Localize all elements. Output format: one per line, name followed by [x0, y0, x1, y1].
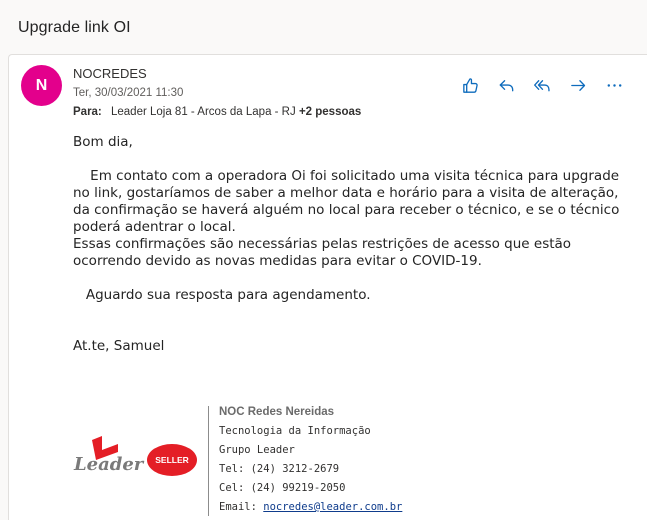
seller-logo: SELLER	[147, 444, 197, 476]
signature-block: NOC Redes Nereidas Tecnologia da Informa…	[219, 403, 402, 517]
signature-department: Tecnologia da Informação	[219, 425, 371, 437]
reply-all-button[interactable]	[524, 74, 560, 96]
forward-button[interactable]	[560, 74, 596, 96]
signature-company: Grupo Leader	[219, 444, 295, 456]
email-subject: Upgrade link OI	[18, 19, 131, 36]
recipient-name[interactable]: Leader Loja 81 - Arcos da Lapa - RJ	[111, 106, 296, 118]
thumbs-up-icon	[462, 77, 478, 93]
signature-logos: Leader SELLER	[74, 436, 204, 480]
signature-name: NOC Redes Nereidas	[219, 406, 335, 418]
message-actions	[452, 74, 632, 96]
email-label: Email:	[219, 501, 264, 513]
signature-phone: Tel: (24) 3212-2679	[219, 463, 340, 475]
more-icon	[607, 83, 621, 87]
more-recipients-link[interactable]: +2 pessoas	[299, 106, 361, 118]
more-actions-button[interactable]	[596, 74, 632, 96]
message-body: Bom dia, Em contato com a operadora Oi f…	[73, 134, 620, 354]
signature-email-line: Email: nocredes@leader.com.br	[219, 498, 402, 517]
leader-logo-text: Leader	[74, 454, 144, 475]
reply-button[interactable]	[488, 74, 524, 96]
recipients-line: Para: Leader Loja 81 - Arcos da Lapa - R…	[73, 106, 361, 118]
to-label: Para:	[73, 106, 102, 118]
forward-icon	[570, 79, 585, 91]
signature-divider	[208, 406, 209, 516]
avatar[interactable]: N	[21, 65, 62, 106]
reply-all-icon	[533, 79, 550, 91]
signature-email-link[interactable]: nocredes@leader.com.br	[263, 501, 402, 513]
sent-date: Ter, 30/03/2021 11:30	[73, 87, 184, 99]
like-button[interactable]	[452, 74, 488, 96]
signature-mobile: Cel: (24) 99219-2050	[219, 482, 346, 494]
sender-name[interactable]: NOCREDES	[73, 66, 147, 81]
reply-icon	[499, 79, 513, 91]
